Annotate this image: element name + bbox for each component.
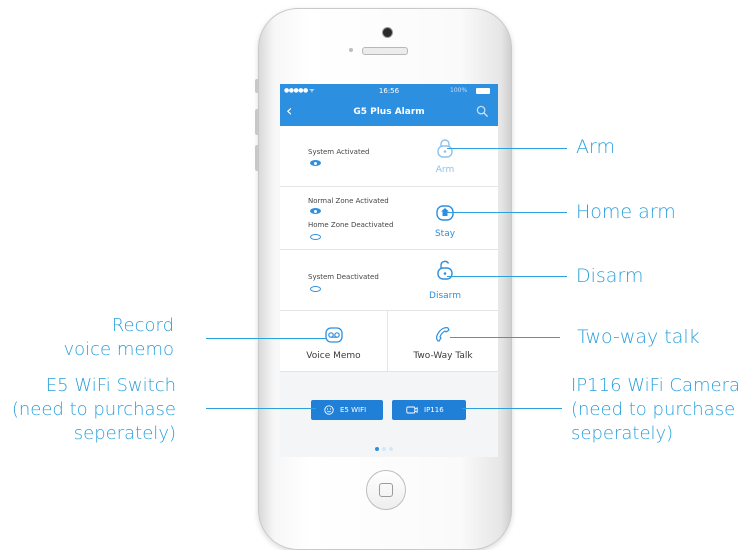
battery-icon bbox=[476, 88, 490, 94]
eye-icon bbox=[310, 208, 321, 214]
voice-memo-callout-line bbox=[206, 338, 326, 339]
e5-wifi-button[interactable]: E5 WIFI bbox=[311, 400, 383, 420]
status-bar: ●●●●● ᯤ 16:56 100% bbox=[280, 84, 498, 98]
carrier-signal: ●●●●● ᯤ bbox=[284, 87, 315, 94]
status-time: 16:56 bbox=[378, 87, 400, 95]
home-button[interactable] bbox=[366, 470, 406, 510]
home-arm-callout-line bbox=[447, 212, 567, 213]
page-title: G5 Plus Alarm bbox=[353, 107, 425, 117]
unlock-icon[interactable] bbox=[435, 260, 455, 280]
home-arm-callout: Home arm bbox=[576, 201, 676, 223]
page-indicator bbox=[375, 436, 396, 455]
eye-icon bbox=[310, 160, 321, 166]
e5-wifi-switch-callout: E5 WiFi Switch (need to purchase seperat… bbox=[0, 374, 176, 446]
home-zone-status: Home Zone Deactivated bbox=[308, 221, 394, 229]
search-icon[interactable] bbox=[476, 105, 489, 118]
camera-icon bbox=[406, 406, 418, 414]
front-camera bbox=[382, 27, 393, 38]
chevron-left-icon[interactable]: ‹ bbox=[286, 102, 292, 120]
phone-icon[interactable] bbox=[434, 325, 454, 345]
two-way-callout: Two-way talk bbox=[577, 326, 700, 348]
record-voice-memo-callout: Record voice memo bbox=[20, 314, 174, 362]
callout-line-2: (need to purchase bbox=[11, 399, 176, 420]
feature-grid: Voice Memo Two-Way Talk bbox=[280, 311, 498, 372]
callout-line-3: seperately) bbox=[73, 423, 176, 444]
mute-switch bbox=[255, 79, 259, 93]
ip116-button[interactable]: IP116 bbox=[392, 400, 466, 420]
callout-line-2: voice memo bbox=[63, 339, 174, 360]
system-status-text: System Deactivated bbox=[308, 273, 379, 281]
volume-up-button bbox=[255, 109, 259, 135]
smiley-icon bbox=[324, 405, 334, 415]
e5-wifi-label: E5 WIFI bbox=[340, 406, 367, 414]
two-way-talk-label[interactable]: Two-Way Talk bbox=[388, 351, 498, 361]
voice-memo-label[interactable]: Voice Memo bbox=[280, 351, 387, 361]
disarm-callout: Disarm bbox=[576, 265, 644, 287]
eye-off-icon bbox=[310, 234, 321, 240]
battery-percent: 100% bbox=[450, 87, 468, 94]
system-status-text: System Activated bbox=[308, 148, 370, 156]
ip116-callout-line bbox=[462, 408, 562, 409]
ip116-label: IP116 bbox=[424, 406, 444, 414]
e5-callout-line bbox=[206, 408, 316, 409]
arm-button-label[interactable]: Arm bbox=[420, 165, 470, 175]
stay-button-label[interactable]: Stay bbox=[420, 229, 470, 239]
voicemail-icon[interactable] bbox=[324, 325, 344, 345]
page-dot[interactable] bbox=[382, 447, 386, 451]
app-screen: ●●●●● ᯤ 16:56 100% ‹ G5 Plus Alarm Syste… bbox=[280, 84, 498, 457]
grid-divider bbox=[387, 311, 388, 371]
callout-line-2: (need to purchase bbox=[571, 399, 736, 420]
callout-line-3: seperately) bbox=[571, 423, 674, 444]
page-dot[interactable] bbox=[389, 447, 393, 451]
nav-bar: ‹ G5 Plus Alarm bbox=[280, 98, 498, 126]
proximity-sensor bbox=[349, 48, 353, 52]
earpiece-speaker bbox=[362, 47, 408, 55]
disarm-callout-line bbox=[447, 276, 567, 277]
normal-zone-status: Normal Zone Activated bbox=[308, 197, 389, 205]
arm-callout: Arm bbox=[576, 136, 615, 158]
page-dot[interactable] bbox=[375, 447, 379, 451]
ip116-camera-callout: IP116 WiFi Camera (need to purchase sepe… bbox=[571, 374, 740, 446]
stay-row[interactable]: Normal Zone Activated Home Zone Deactiva… bbox=[280, 187, 498, 250]
eye-off-icon bbox=[310, 286, 321, 292]
two-way-callout-line bbox=[450, 337, 560, 338]
callout-line-1: IP116 WiFi Camera bbox=[571, 375, 741, 396]
callout-line-1: E5 WiFi Switch bbox=[45, 375, 176, 396]
arm-callout-line bbox=[447, 148, 567, 149]
volume-down-button bbox=[255, 145, 259, 171]
disarm-button-label[interactable]: Disarm bbox=[420, 291, 470, 301]
disarm-row[interactable]: System Deactivated Disarm bbox=[280, 250, 498, 311]
arm-row[interactable]: System Activated Arm bbox=[280, 126, 498, 187]
callout-line-1: Record bbox=[111, 315, 174, 336]
